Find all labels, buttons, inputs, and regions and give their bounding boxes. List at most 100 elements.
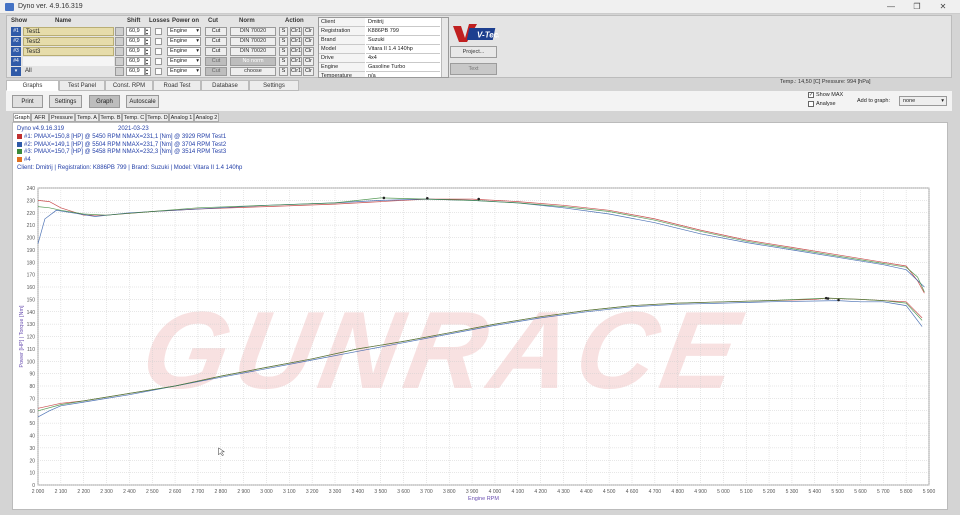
run-slot[interactable]: ▾ xyxy=(11,67,21,76)
norm-button[interactable]: No norm xyxy=(230,57,276,66)
info-value[interactable]: Vitara II 1.4 140hp xyxy=(366,45,440,54)
info-value[interactable]: 4x4 xyxy=(366,54,440,63)
shift-spinner[interactable]: ▴ ▾ xyxy=(145,47,151,56)
run-name[interactable]: All xyxy=(23,67,114,76)
info-value[interactable]: K886PB 799 xyxy=(366,27,440,36)
save-button[interactable]: S xyxy=(279,27,288,36)
clear1-button[interactable]: Clr1 xyxy=(290,37,302,46)
info-key: Client xyxy=(319,18,365,27)
run-name[interactable] xyxy=(23,57,114,66)
subtab-temp-a[interactable]: Temp. A xyxy=(75,113,99,122)
shift-value[interactable]: 60,9 xyxy=(126,27,145,36)
clear-button[interactable]: Clr xyxy=(303,67,314,76)
shift-value[interactable]: 60,9 xyxy=(126,47,145,56)
dyno-chart[interactable]: GUNRACE 2 000 2 100 2 200 2 300 2 400 2 500 2 6… xyxy=(13,123,947,509)
cut-button[interactable]: Cut xyxy=(205,27,227,36)
run-color-button[interactable] xyxy=(115,67,124,76)
settings-button[interactable]: Settings xyxy=(49,95,82,108)
close-icon[interactable]: ✕ xyxy=(932,1,954,13)
clear-button[interactable]: Clr xyxy=(303,47,314,56)
subtab-temp-d[interactable]: Temp. D xyxy=(146,113,169,122)
run-slot[interactable]: #4 xyxy=(11,57,21,66)
analyse-checkbox[interactable] xyxy=(808,101,814,107)
clear-button[interactable]: Clr xyxy=(303,27,314,36)
clear-button[interactable]: Clr xyxy=(303,37,314,46)
run-slot[interactable]: #3 xyxy=(11,47,21,56)
clear1-button[interactable]: Clr1 xyxy=(290,27,302,36)
power-on-select[interactable]: Engine ▾ xyxy=(167,67,201,76)
losses-checkbox[interactable] xyxy=(155,58,162,65)
subtab-analog-1[interactable]: Analog 1 xyxy=(169,113,194,122)
norm-button[interactable]: choose xyxy=(230,67,276,76)
shift-spinner[interactable]: ▴ ▾ xyxy=(145,57,151,66)
run-color-button[interactable] xyxy=(115,27,124,36)
power-on-select[interactable]: Engine ▾ xyxy=(167,47,201,56)
info-value[interactable]: Dmitrij xyxy=(366,18,440,27)
save-button[interactable]: S xyxy=(279,37,288,46)
window-title: Dyno ver. 4.9.16.319 xyxy=(18,3,83,10)
run-color-button[interactable] xyxy=(115,57,124,66)
save-button[interactable]: S xyxy=(279,67,288,76)
cut-button[interactable]: Cut xyxy=(205,67,227,76)
tab-test-panel[interactable]: Test Panel xyxy=(59,80,105,91)
clear-button[interactable]: Clr xyxy=(303,57,314,66)
graph-button[interactable]: Graph xyxy=(89,95,120,108)
run-name[interactable]: Test3 xyxy=(23,47,114,56)
losses-checkbox[interactable] xyxy=(155,48,162,55)
subtab-pressure[interactable]: Pressure xyxy=(49,113,75,122)
shift-spinner[interactable]: ▴ ▾ xyxy=(145,27,151,36)
run-name[interactable]: Test1 xyxy=(23,27,114,36)
save-button[interactable]: S xyxy=(279,47,288,56)
run-color-button[interactable] xyxy=(115,37,124,46)
tab-road-test[interactable]: Road Test xyxy=(153,80,201,91)
tab-database[interactable]: Database xyxy=(201,80,249,91)
losses-checkbox[interactable] xyxy=(155,38,162,45)
x-tick-label: 3 300 xyxy=(329,489,342,495)
add-to-graph-select[interactable]: none ▾ xyxy=(899,96,947,106)
run-slot[interactable]: #1 xyxy=(11,27,21,36)
tab-settings[interactable]: Settings xyxy=(249,80,299,91)
show-max-checkbox[interactable]: ✓ xyxy=(808,92,814,98)
shift-spinner[interactable]: ▴ ▾ xyxy=(145,37,151,46)
power-on-select[interactable]: Engine ▾ xyxy=(167,27,201,36)
info-value[interactable]: Gasoline Turbo xyxy=(366,63,440,72)
shift-value[interactable]: 60,9 xyxy=(126,57,145,66)
subtab-graph[interactable]: Graph xyxy=(13,113,31,122)
col-shift: Shift xyxy=(127,18,141,24)
tab-graphs[interactable]: Graphs xyxy=(6,80,59,91)
norm-button[interactable]: DIN 70020 xyxy=(230,47,276,56)
subtab-temp-b[interactable]: Temp. B xyxy=(99,113,122,122)
shift-value[interactable]: 60,9 xyxy=(126,67,145,76)
clear1-button[interactable]: Clr1 xyxy=(290,57,302,66)
norm-button[interactable]: DIN 70020 xyxy=(230,37,276,46)
power-on-select[interactable]: Engine ▾ xyxy=(167,37,201,46)
norm-button[interactable]: DIN 70020 xyxy=(230,27,276,36)
tab-const-rpm[interactable]: Const. RPM xyxy=(105,80,153,91)
project-button[interactable]: Project... xyxy=(450,46,497,58)
subtab-analog-2[interactable]: Analog 2 xyxy=(194,113,219,122)
subtab-afr[interactable]: AFR xyxy=(31,113,49,122)
power-on-select[interactable]: Engine ▾ xyxy=(167,57,201,66)
cut-button[interactable]: Cut xyxy=(205,37,227,46)
minimize-icon[interactable]: — xyxy=(880,1,902,13)
run-color-button[interactable] xyxy=(115,47,124,56)
subtab-temp-c[interactable]: Temp. C xyxy=(122,113,146,122)
save-button[interactable]: S xyxy=(279,57,288,66)
info-value[interactable]: Suzuki xyxy=(366,36,440,45)
maximize-icon[interactable]: ❐ xyxy=(906,1,928,13)
vehicle-info-scrollbar[interactable] xyxy=(441,18,448,77)
cut-button[interactable]: Cut xyxy=(205,47,227,56)
cut-button[interactable]: Cut xyxy=(205,57,227,66)
autoscale-button[interactable]: Autoscale xyxy=(126,95,159,108)
run-name[interactable]: Test2 xyxy=(23,37,114,46)
losses-checkbox[interactable] xyxy=(155,68,162,75)
print-button[interactable]: Print xyxy=(12,95,43,108)
clear1-button[interactable]: Clr1 xyxy=(290,47,302,56)
shift-value[interactable]: 60,9 xyxy=(126,37,145,46)
text-button[interactable]: Text xyxy=(450,63,497,75)
losses-checkbox[interactable] xyxy=(155,28,162,35)
shift-spinner[interactable]: ▴ ▾ xyxy=(145,67,151,76)
run-slot[interactable]: #2 xyxy=(11,37,21,46)
info-value[interactable]: n/a xyxy=(366,72,440,77)
clear1-button[interactable]: Clr1 xyxy=(290,67,302,76)
